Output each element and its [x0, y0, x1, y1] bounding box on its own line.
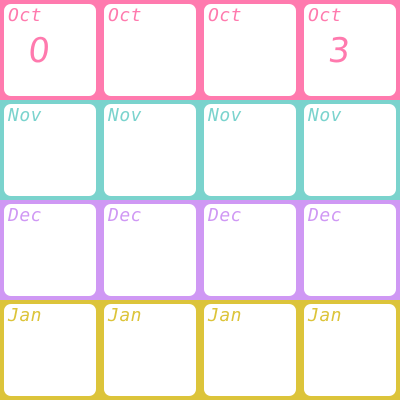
grid-cell: Nov	[0, 100, 100, 200]
month-label: Nov	[208, 105, 243, 126]
cell-slot[interactable]: Dec	[4, 204, 96, 296]
month-label: Dec	[108, 205, 143, 226]
grid-cell: Jan	[200, 300, 300, 400]
month-label: Oct	[308, 5, 343, 26]
month-label: Nov	[308, 105, 343, 126]
grid-cell: Nov	[300, 100, 400, 200]
cell-slot[interactable]: Jan	[304, 304, 396, 396]
grid-cell: Oct 0	[0, 0, 100, 100]
grid-cell: Jan	[0, 300, 100, 400]
grid-cell: Nov	[100, 100, 200, 200]
cell-slot[interactable]: Nov	[4, 104, 96, 196]
cell-slot[interactable]: Dec	[304, 204, 396, 296]
grid-cell: Dec	[300, 200, 400, 300]
month-label: Dec	[208, 205, 243, 226]
grid-cell: Oct	[200, 0, 300, 100]
month-label: Nov	[108, 105, 143, 126]
cell-slot[interactable]: Oct	[104, 4, 196, 96]
month-label: Nov	[8, 105, 43, 126]
cell-slot[interactable]: Oct 0	[4, 4, 96, 96]
cell-slot[interactable]: Dec	[204, 204, 296, 296]
month-label: Jan	[108, 305, 143, 326]
month-label: Dec	[8, 205, 43, 226]
mark-text: 3	[326, 31, 352, 71]
month-label: Jan	[8, 305, 43, 326]
cell-slot[interactable]: Dec	[104, 204, 196, 296]
grid-cell: Dec	[0, 200, 100, 300]
cell-slot[interactable]: Nov	[104, 104, 196, 196]
month-label: Jan	[308, 305, 343, 326]
grid-cell: Jan	[300, 300, 400, 400]
month-label: Jan	[208, 305, 243, 326]
grid-cell: Nov	[200, 100, 300, 200]
mark-text: 0	[26, 31, 52, 71]
month-label: Oct	[208, 5, 243, 26]
month-label: Oct	[8, 5, 43, 26]
cell-slot[interactable]: Nov	[304, 104, 396, 196]
grid-cell: Dec	[200, 200, 300, 300]
grid-cell: Oct 3	[300, 0, 400, 100]
cell-slot[interactable]: Jan	[4, 304, 96, 396]
month-label: Dec	[308, 205, 343, 226]
grid-cell: Oct	[100, 0, 200, 100]
cell-slot[interactable]: Jan	[104, 304, 196, 396]
calendar-grid: Oct 0 Oct Oct Oct 3 Nov Nov Nov Nov Dec Dec Dec Dec Ja…	[0, 0, 400, 400]
grid-cell: Jan	[100, 300, 200, 400]
cell-slot[interactable]: Oct 3	[304, 4, 396, 96]
cell-slot[interactable]: Oct	[204, 4, 296, 96]
cell-slot[interactable]: Nov	[204, 104, 296, 196]
grid-cell: Dec	[100, 200, 200, 300]
cell-slot[interactable]: Jan	[204, 304, 296, 396]
month-label: Oct	[108, 5, 143, 26]
